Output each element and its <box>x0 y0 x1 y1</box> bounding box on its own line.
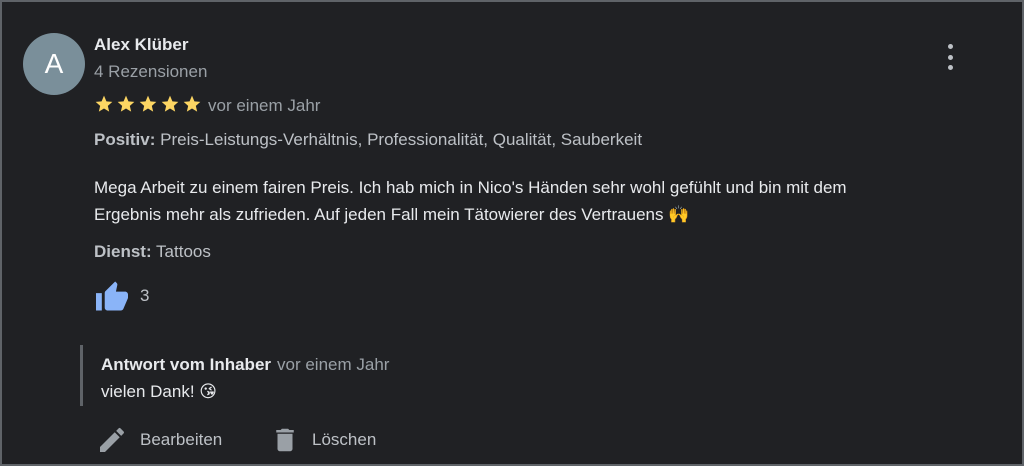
review-card: A Alex Klüber 4 Rezensionen vor einem Ja… <box>0 0 1024 466</box>
edit-button[interactable]: Bearbeiten <box>96 424 222 456</box>
review-text: Mega Arbeit zu einem fairen Preis. Ich h… <box>94 174 994 229</box>
star-icon <box>139 95 157 112</box>
reply-divider <box>80 345 83 406</box>
thumbs-up-icon <box>96 281 128 311</box>
positive-attributes: Positiv: Preis-Leistungs-Verhältnis, Pro… <box>94 130 642 150</box>
service-info: Dienst: Tattoos <box>94 242 211 262</box>
star-icon <box>117 95 135 112</box>
delete-label: Löschen <box>312 430 377 449</box>
service-value: Tattoos <box>156 242 211 261</box>
owner-reply-header: Antwort vom Inhaber vor einem Jahr <box>101 355 389 375</box>
owner-reply-time: vor einem Jahr <box>277 355 390 374</box>
service-label: Dienst: <box>94 242 152 261</box>
like-button[interactable]: 3 <box>94 280 149 312</box>
star-icon <box>161 95 179 112</box>
review-time: vor einem Jahr <box>208 96 321 115</box>
more-vert-icon <box>947 44 953 49</box>
star-rating <box>94 94 202 114</box>
review-text-line: Ergebnis mehr als zufrieden. Auf jeden F… <box>94 205 664 224</box>
pencil-icon <box>100 427 125 452</box>
positive-label: Positiv: <box>94 130 156 149</box>
review-text-line: Mega Arbeit zu einem fairen Preis. Ich h… <box>94 178 847 197</box>
like-count: 3 <box>140 286 150 305</box>
owner-reply-title: Antwort vom Inhaber <box>101 355 272 374</box>
author-review-count[interactable]: 4 Rezensionen <box>94 62 207 82</box>
review-emoji: 🙌 <box>668 205 690 225</box>
more-options-button[interactable] <box>938 42 962 72</box>
avatar[interactable]: A <box>23 33 85 95</box>
edit-label: Bearbeiten <box>140 430 223 449</box>
star-icon <box>183 95 201 112</box>
owner-reply-message: vielen Dank! <box>101 382 195 401</box>
star-icon <box>95 95 113 112</box>
trash-icon <box>276 428 294 452</box>
owner-reply-emoji: 😘 <box>199 382 218 402</box>
delete-button[interactable]: Löschen <box>270 424 376 456</box>
owner-reply-text: vielen Dank! 😘 <box>101 382 217 402</box>
author-name[interactable]: Alex Klüber <box>94 35 188 55</box>
positive-text: Preis-Leistungs-Verhältnis, Professional… <box>160 130 643 149</box>
avatar-letter: A <box>44 48 64 79</box>
